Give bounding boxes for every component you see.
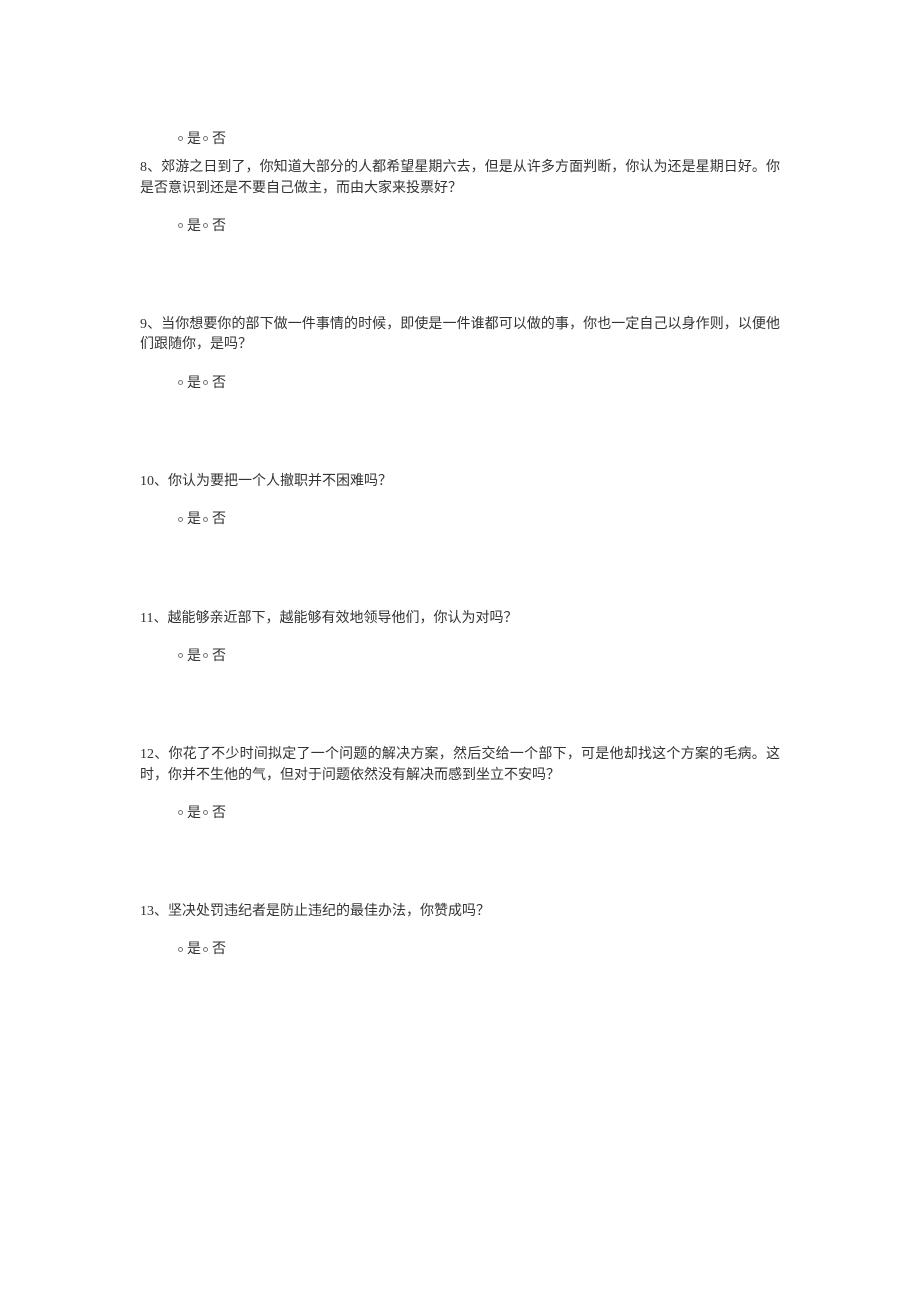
question-8: 8、郊游之日到了，你知道大部分的人都希望星期六去，但是从许多方面判断，你认为还是… [140, 158, 780, 237]
bullet-icon [203, 810, 208, 815]
bullet-icon [203, 223, 208, 228]
option-yes[interactable]: 是 [187, 376, 201, 391]
bullet-icon [178, 517, 183, 522]
option-yes[interactable]: 是 [187, 649, 201, 664]
option-no[interactable]: 否 [212, 219, 226, 234]
question-12-options: 是否 [176, 804, 780, 824]
question-text: 12、你花了不少时间拟定了一个问题的解决方案，然后交给一个部下，可是他却找这个方… [140, 745, 780, 786]
bullet-icon [203, 947, 208, 952]
bullet-icon [203, 517, 208, 522]
bullet-icon [203, 136, 208, 141]
question-11-options: 是否 [176, 647, 780, 667]
option-yes[interactable]: 是 [187, 512, 201, 527]
bullet-icon [178, 223, 183, 228]
question-10-options: 是否 [176, 510, 780, 530]
bullet-icon [178, 136, 183, 141]
question-11: 11、越能够亲近部下，越能够有效地领导他们，你认为对吗？ 是否 [140, 609, 780, 668]
bullet-icon [203, 380, 208, 385]
option-no[interactable]: 否 [212, 806, 226, 821]
option-yes[interactable]: 是 [187, 806, 201, 821]
question-text: 8、郊游之日到了，你知道大部分的人都希望星期六去，但是从许多方面判断，你认为还是… [140, 158, 780, 199]
option-no[interactable]: 否 [212, 132, 226, 147]
question-text: 11、越能够亲近部下，越能够有效地领导他们，你认为对吗？ [140, 609, 780, 629]
bullet-icon [178, 810, 183, 815]
question-13-options: 是否 [176, 940, 780, 960]
option-no[interactable]: 否 [212, 649, 226, 664]
question-12: 12、你花了不少时间拟定了一个问题的解决方案，然后交给一个部下，可是他却找这个方… [140, 745, 780, 824]
question-9: 9、当你想要你的部下做一件事情的时候，即使是一件谁都可以做的事，你也一定自己以身… [140, 315, 780, 394]
question-13: 13、坚决处罚违纪者是防止违纪的最佳办法，你赞成吗？ 是否 [140, 902, 780, 961]
question-10: 10、你认为要把一个人撤职并不困难吗？ 是否 [140, 472, 780, 531]
option-no[interactable]: 否 [212, 376, 226, 391]
question-9-options: 是否 [176, 374, 780, 394]
question-8-options: 是否 [176, 217, 780, 237]
bullet-icon [178, 380, 183, 385]
option-yes[interactable]: 是 [187, 219, 201, 234]
question-text: 10、你认为要把一个人撤职并不困难吗？ [140, 472, 780, 492]
question-text: 9、当你想要你的部下做一件事情的时候，即使是一件谁都可以做的事，你也一定自己以身… [140, 315, 780, 356]
option-no[interactable]: 否 [212, 512, 226, 527]
option-yes[interactable]: 是 [187, 942, 201, 957]
option-yes[interactable]: 是 [187, 132, 201, 147]
option-no[interactable]: 否 [212, 942, 226, 957]
bullet-icon [178, 653, 183, 658]
bullet-icon [178, 947, 183, 952]
bullet-icon [203, 653, 208, 658]
question-7-options: 是否 [176, 130, 780, 150]
question-text: 13、坚决处罚违纪者是防止违纪的最佳办法，你赞成吗？ [140, 902, 780, 922]
